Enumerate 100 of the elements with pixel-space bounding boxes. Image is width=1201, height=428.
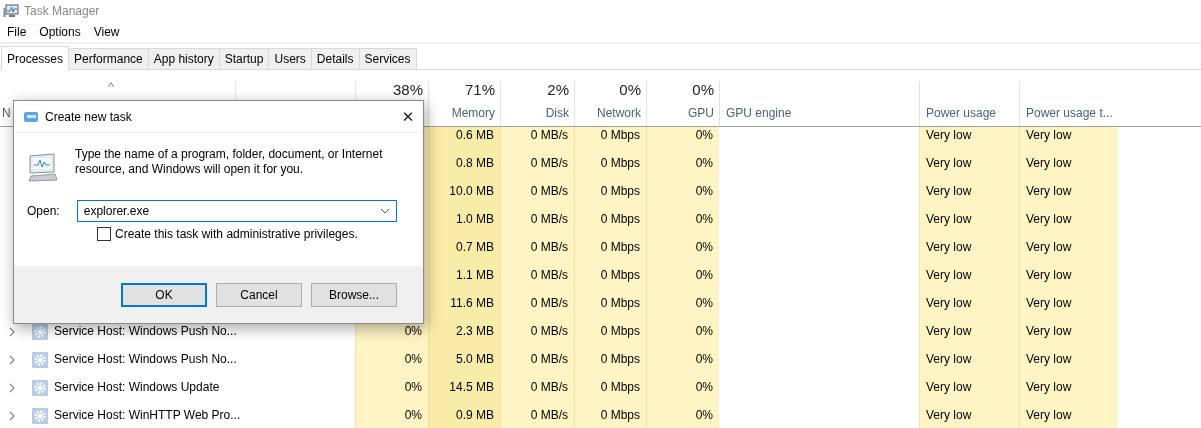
table-cell: Very low: [1026, 268, 1072, 283]
column-percent: 38%: [392, 82, 423, 98]
table-cell: 0 Mbps: [600, 240, 640, 255]
dialog-button[interactable]: Browse...: [311, 282, 397, 307]
table-cell: Very low: [926, 156, 972, 171]
table-cell: Very low: [926, 128, 972, 143]
table-cell: 1.1 MB: [456, 268, 494, 283]
table-cell: Very low: [926, 352, 972, 367]
gear-icon: [32, 408, 48, 424]
tab[interactable]: Performance: [68, 48, 149, 69]
table-cell: 1.0 MB: [456, 212, 494, 227]
process-name: Service Host: Windows Push No...: [54, 352, 237, 367]
table-cell: 0 MB/s: [530, 296, 568, 311]
column-percent: 71%: [464, 82, 495, 98]
table-cell: 0%: [404, 352, 422, 367]
table-cell: 0.6 MB: [456, 128, 494, 143]
table-cell: 0 MB/s: [530, 240, 568, 255]
menu-item[interactable]: View: [93, 25, 120, 39]
table-cell: 0 Mbps: [600, 268, 640, 283]
column-header[interactable]: GPU: [653, 105, 714, 121]
table-cell: Very low: [926, 380, 972, 395]
table-cell: 0 MB/s: [530, 408, 568, 423]
tab[interactable]: Details: [310, 48, 360, 69]
column-header[interactable]: Memory: [435, 105, 495, 121]
table-cell: 11.6 MB: [450, 296, 494, 311]
table-cell: 0 Mbps: [600, 128, 640, 143]
expand-chevron-icon[interactable]: [9, 355, 15, 365]
table-cell: Very low: [926, 184, 972, 199]
tab[interactable]: Users: [268, 48, 312, 69]
window-title: Task Manager: [24, 4, 100, 18]
table-cell: 0%: [404, 380, 422, 395]
table-cell: Very low: [926, 268, 972, 283]
table-cell: Very low: [926, 296, 972, 311]
table-cell: Very low: [926, 324, 972, 339]
table-cell: 0%: [695, 212, 713, 227]
table-cell: 0%: [695, 268, 713, 283]
column-percent: 0%: [692, 82, 714, 98]
column-percent: 0%: [619, 82, 641, 98]
table-cell: 0%: [695, 240, 713, 255]
dialog-title: Create new task: [45, 109, 133, 124]
table-cell: Very low: [1026, 324, 1072, 339]
table-cell: 0 MB/s: [530, 268, 568, 283]
checkbox[interactable]: [97, 227, 111, 241]
table-cell: Very low: [1026, 184, 1072, 199]
table-cell: Very low: [1026, 240, 1072, 255]
table-cell: 2.3 MB: [456, 324, 494, 339]
expand-chevron-icon[interactable]: [9, 411, 15, 421]
table-cell: 0.8 MB: [456, 156, 494, 171]
table-cell: 0%: [404, 324, 422, 339]
table-cell: Very low: [1026, 156, 1072, 171]
table-cell: Very low: [1026, 352, 1072, 367]
menu-item[interactable]: Options: [39, 25, 81, 39]
column-header[interactable]: GPU engine: [726, 105, 914, 121]
run-icon: [23, 110, 39, 123]
table-cell: 0 MB/s: [530, 212, 568, 227]
process-name: Service Host: WinHTTP Web Pro...: [54, 408, 241, 423]
tab[interactable]: App history: [147, 48, 220, 69]
table-cell: Very low: [926, 408, 972, 423]
dialog-button[interactable]: Cancel: [216, 282, 302, 307]
table-cell: 0 Mbps: [600, 156, 640, 171]
table-cell: 0 MB/s: [530, 128, 568, 143]
table-cell: Very low: [1026, 296, 1072, 311]
column-header[interactable]: Network: [581, 105, 641, 121]
column-header[interactable]: Power usage t...: [1026, 105, 1113, 121]
table-cell: Very low: [1026, 408, 1072, 423]
task-manager-icon: [3, 4, 19, 18]
table-cell: Very low: [1026, 128, 1072, 143]
table-cell: 0 MB/s: [530, 380, 568, 395]
tab[interactable]: Processes: [1, 46, 70, 70]
table-cell: 0%: [695, 128, 713, 143]
table-cell: 0%: [695, 352, 713, 367]
column-percent: 2%: [547, 82, 569, 98]
open-combobox[interactable]: explorer.exe: [76, 200, 397, 222]
gear-icon: [32, 380, 48, 396]
table-cell: 0%: [695, 408, 713, 423]
table-cell: 0 Mbps: [600, 184, 640, 199]
table-cell: Very low: [1026, 212, 1072, 227]
tab[interactable]: Startup: [218, 48, 270, 69]
table-cell: 0 Mbps: [600, 212, 640, 227]
table-cell: 14.5 MB: [449, 380, 494, 395]
column-header[interactable]: Disk: [507, 105, 569, 121]
tab[interactable]: Services: [358, 48, 417, 69]
table-cell: 0 Mbps: [600, 408, 640, 423]
table-cell: 0 MB/s: [530, 184, 568, 199]
gear-icon: [32, 352, 48, 368]
column-header[interactable]: Power usage: [926, 105, 1014, 121]
expand-chevron-icon[interactable]: [9, 383, 15, 393]
table-cell: 0 MB/s: [530, 352, 568, 367]
table-cell: 0.7 MB: [456, 240, 494, 255]
checkbox-label[interactable]: Create this task with administrative privileges.: [115, 227, 358, 241]
table-cell: 0 MB/s: [530, 156, 568, 171]
dropdown-caret-icon[interactable]: [379, 208, 390, 214]
dialog-button[interactable]: OK: [121, 282, 207, 307]
close-button[interactable]: ✕: [393, 107, 423, 126]
open-label: Open:: [27, 204, 60, 218]
process-name: Service Host: Windows Push No...: [54, 324, 237, 339]
monitor-icon: [27, 151, 59, 183]
menu-item[interactable]: File: [7, 25, 27, 39]
expand-chevron-icon[interactable]: [9, 327, 15, 337]
table-cell: Very low: [926, 240, 972, 255]
